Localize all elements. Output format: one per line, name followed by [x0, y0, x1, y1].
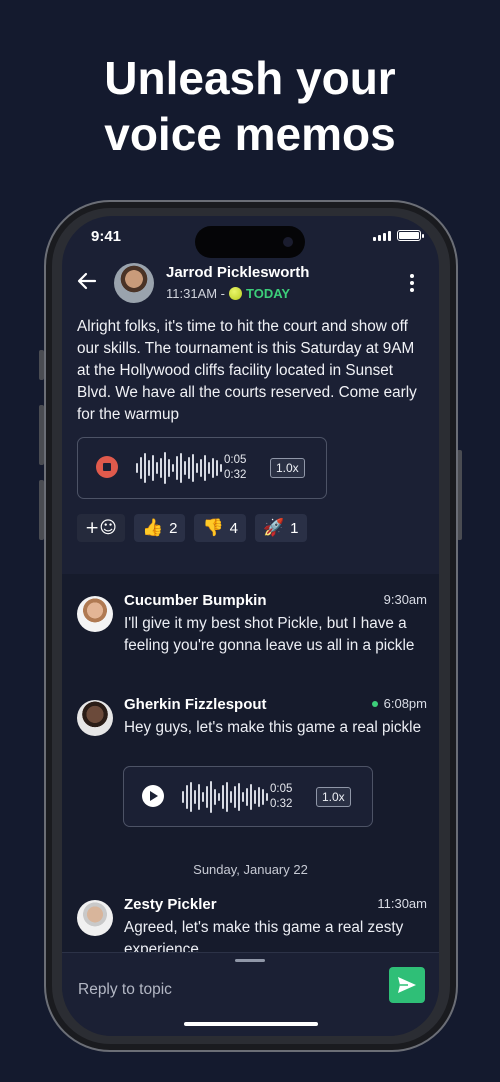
- date-separator: Sunday, January 22: [193, 862, 308, 877]
- reply-time: 9:30am: [384, 592, 427, 607]
- reactions-bar: +☺ 👍 2 👎 4 🚀 1: [77, 514, 307, 542]
- reply-text: Hey guys, let's make this game a real pi…: [124, 719, 422, 736]
- signal-icon: [373, 231, 391, 241]
- playback-speed-button[interactable]: 1.0x: [316, 787, 351, 807]
- play-icon: [150, 791, 158, 801]
- headline: Unleash your voice memos: [0, 50, 500, 162]
- pickleball-icon: [229, 287, 243, 300]
- audio-times: 0:05 0:32: [270, 782, 292, 812]
- more-options-icon[interactable]: [409, 274, 415, 292]
- status-time: 9:41: [91, 228, 122, 245]
- online-indicator: [371, 700, 378, 707]
- play-button[interactable]: [142, 785, 164, 807]
- reply-time-text: 9:30am: [383, 592, 427, 607]
- add-reaction-button[interactable]: +☺: [77, 514, 125, 542]
- reply-item[interactable]: Cucumber Bumpkin 9:30am I'll give it my …: [62, 592, 439, 672]
- back-arrow-icon[interactable]: [76, 270, 98, 292]
- reply-avatar[interactable]: [77, 900, 113, 936]
- reply-author: Cucumber Bumpkin: [124, 592, 267, 609]
- stop-button[interactable]: [96, 456, 118, 478]
- reaction-count: 1: [290, 519, 299, 537]
- dynamic-island: [195, 226, 305, 258]
- reply-time-text: 11:30am: [377, 896, 427, 911]
- post-time: 11:31AM -: [166, 286, 226, 301]
- author-avatar[interactable]: [114, 263, 154, 303]
- add-reaction-icon: +☺: [85, 518, 117, 538]
- send-icon: [398, 977, 416, 993]
- thumbs-down-icon: 👎: [202, 518, 224, 538]
- reply-author: Zesty Pickler: [124, 896, 217, 913]
- post-meta: 11:31AM - TODAY: [166, 286, 290, 301]
- post-body: Alright folks, it's time to hit the cour…: [77, 318, 417, 423]
- headline-line-2: voice memos: [104, 108, 396, 160]
- author-name: Jarrod Picklesworth: [166, 264, 310, 281]
- audio-elapsed: 0:05: [270, 783, 293, 795]
- reply-time: 11:30am: [377, 896, 427, 911]
- reaction-thumbs-down[interactable]: 👎 4: [194, 514, 246, 542]
- playback-speed-button[interactable]: 1.0x: [270, 458, 305, 478]
- reaction-thumbs-up[interactable]: 👍 2: [133, 514, 186, 542]
- audio-times: 0:05 0:32: [224, 453, 246, 483]
- headline-line-1: Unleash your: [104, 52, 396, 104]
- reply-time: 6:08pm: [371, 696, 427, 711]
- battery-icon: [397, 230, 424, 241]
- thumbs-up-icon: 👍: [141, 518, 164, 538]
- reaction-count: 2: [169, 519, 178, 537]
- reply-input[interactable]: [78, 977, 378, 1003]
- reply-item[interactable]: Gherkin Fizzlespout 6:08pm Hey guys, let…: [62, 696, 439, 831]
- reply-text: I'll give it my best shot Pickle, but I …: [124, 615, 415, 654]
- status-icons: [373, 230, 424, 241]
- audio-duration: 0:32: [224, 469, 247, 481]
- stop-icon: [103, 463, 111, 471]
- reply-avatar[interactable]: [77, 700, 113, 736]
- reply-time-text: 6:08pm: [383, 696, 427, 711]
- waveform[interactable]: [136, 450, 222, 486]
- today-badge: TODAY: [246, 286, 291, 301]
- reply-author: Gherkin Fizzlespout: [124, 696, 267, 713]
- audio-duration: 0:32: [270, 798, 293, 810]
- topic-header: Jarrod Picklesworth 11:31AM - TODAY: [62, 256, 439, 306]
- reply-avatar[interactable]: [77, 596, 113, 632]
- voice-memo-player: 0:05 0:32 1.0x: [123, 766, 373, 827]
- camera-icon: [283, 237, 293, 247]
- rocket-icon: 🚀: [263, 518, 285, 538]
- voice-memo-player: 0:05 0:32 1.0x: [77, 437, 327, 499]
- audio-elapsed: 0:05: [224, 454, 247, 466]
- reaction-count: 4: [229, 519, 238, 537]
- reply-text: Agreed, let's make this game a real zest…: [124, 919, 404, 952]
- home-indicator: [184, 1022, 318, 1026]
- reaction-rocket[interactable]: 🚀 1: [255, 514, 307, 542]
- waveform[interactable]: [182, 779, 268, 815]
- drag-handle[interactable]: [235, 959, 265, 962]
- send-button[interactable]: [389, 967, 425, 1003]
- reply-item[interactable]: Zesty Pickler 11:30am Agreed, let's make…: [62, 896, 439, 952]
- phone-screen: 9:41 Jarrod Picklesworth 11:31AM - TODAY…: [62, 216, 439, 1036]
